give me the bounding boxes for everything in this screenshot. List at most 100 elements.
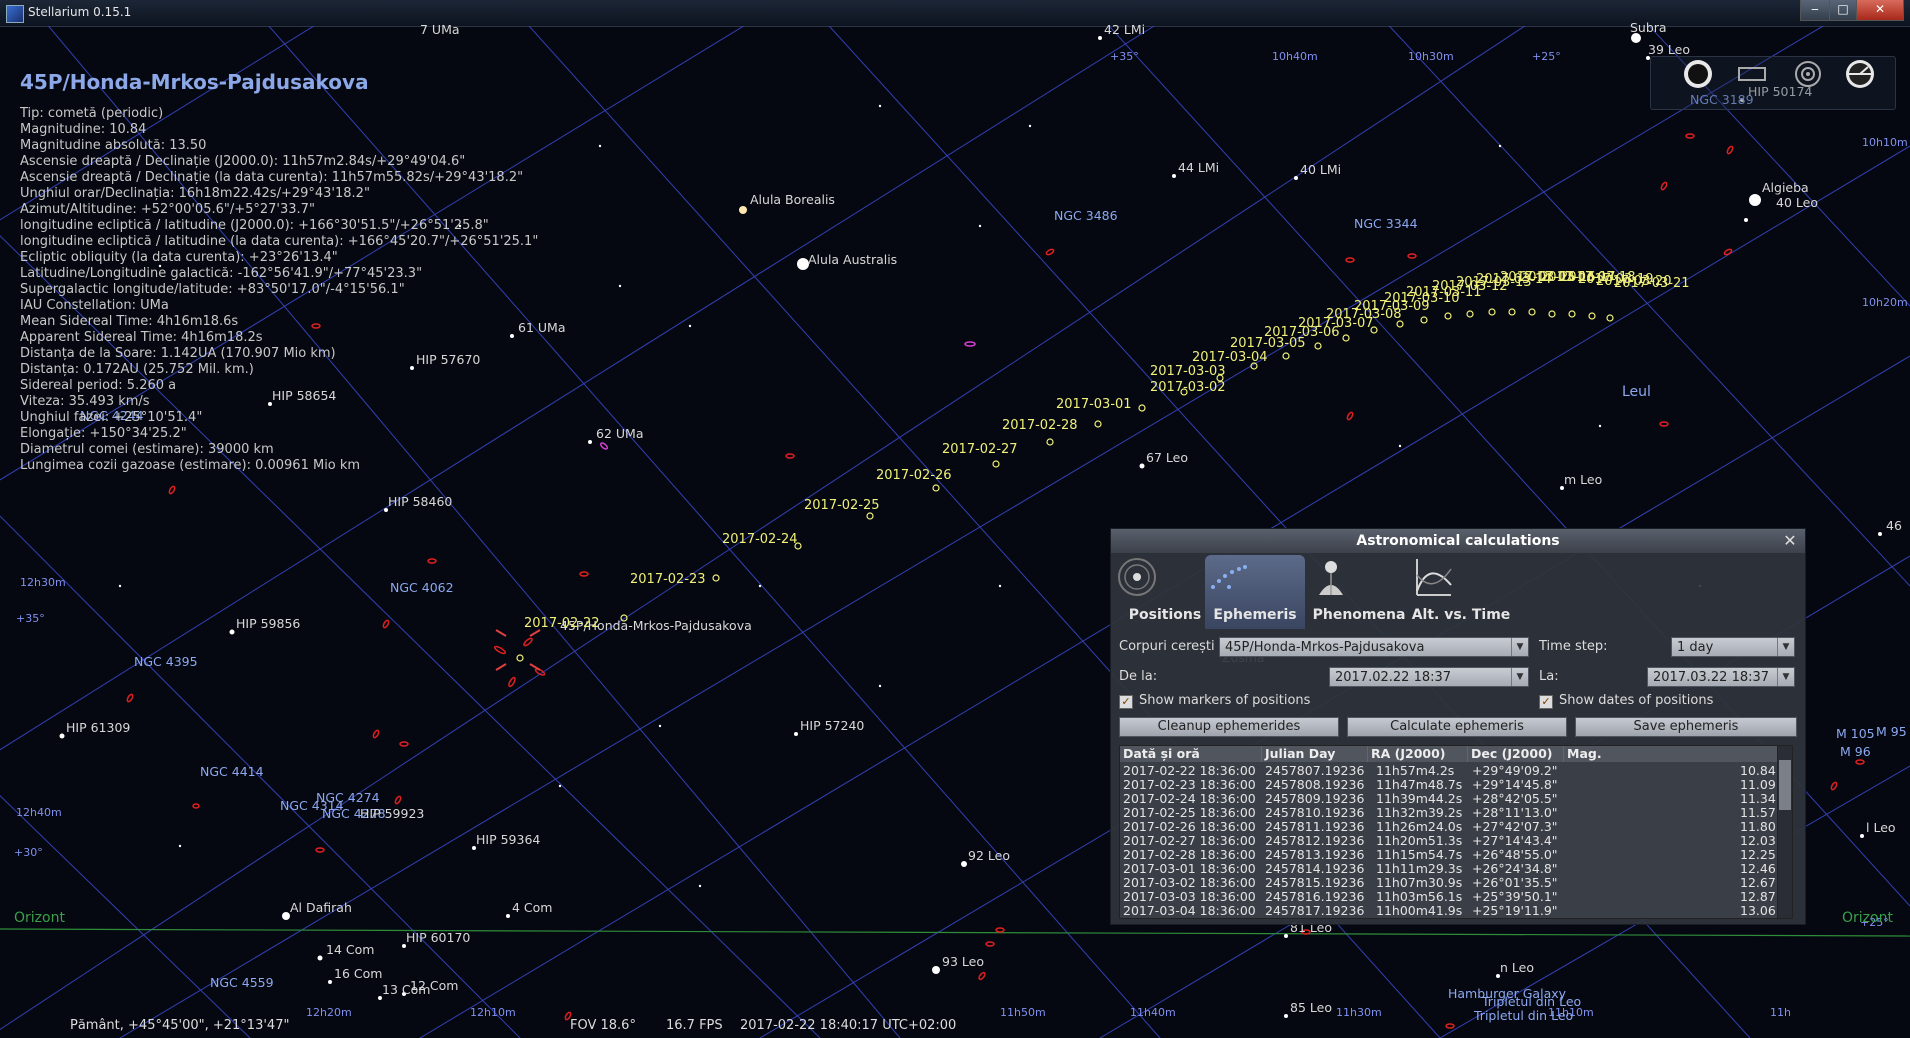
sky-object-label[interactable]: 67 Leo (1146, 450, 1188, 465)
to-datetime-input[interactable]: 2017.03.22 18:37 ▼ (1647, 667, 1795, 687)
sky-object-label[interactable]: 42 LMi (1104, 22, 1145, 37)
table-row[interactable]: 2017-02-24 18:36:00 2457809.19236 11h39m44… (1120, 792, 1786, 806)
show-dates-checkbox[interactable]: ✓ (1539, 695, 1553, 709)
ephemeris-date-label: 2017-03-21 (1614, 276, 1690, 291)
sky-object-label[interactable]: 7 UMa (420, 22, 460, 37)
sky-object-label[interactable]: M 96 (1840, 744, 1871, 759)
sky-object-label[interactable]: M 95 (1876, 724, 1907, 739)
sky-object-label[interactable]: M 105 (1836, 726, 1875, 741)
sky-object-label[interactable]: 44 LMi (1178, 160, 1219, 175)
sky-object-label[interactable]: 93 Leo (942, 954, 984, 969)
sky-object-label[interactable]: 92 Leo (968, 848, 1010, 863)
info-line: Elongație: +150°34'25.2" (20, 426, 187, 441)
sky-view[interactable]: +35° +30° 12h30m 12h40m +25° +35° 10h40m 10… (0, 20, 1910, 1038)
sky-object-label[interactable]: NGC 4414 (200, 764, 264, 779)
sky-object-label[interactable]: 4 Com (512, 900, 552, 915)
astronomical-calculations-dialog[interactable]: Astronomical calculations ✕ Positions Ep… (1110, 528, 1806, 925)
table-header[interactable]: Mag. (1564, 746, 1786, 762)
table-cell: 2457817.19236 (1265, 903, 1365, 918)
sky-object-label[interactable]: NGC 4395 (134, 654, 198, 669)
window-mode-icon[interactable] (1735, 57, 1769, 91)
table-cell: 2017-02-24 18:36:00 (1123, 791, 1256, 806)
table-cell: 2017-02-27 18:36:00 (1123, 833, 1256, 848)
sky-object-label[interactable]: 39 Leo (1648, 42, 1690, 57)
info-line: Lungimea cozii gazoase (estimare): 0.009… (20, 458, 361, 473)
celestial-body-select[interactable]: 45P/Honda-Mrkos-Pajdusakova ▼ (1219, 637, 1529, 657)
sky-object-label[interactable]: n Leo (1500, 960, 1534, 975)
table-row[interactable]: 2017-02-27 18:36:00 2457812.19236 11h20m51… (1120, 834, 1786, 848)
sky-object-label[interactable]: 40 Leo (1776, 195, 1818, 210)
sky-object-label[interactable]: HIP 60170 (406, 930, 470, 945)
sky-object-label[interactable]: NGC 3344 (1354, 216, 1418, 231)
sky-object-label[interactable]: Orizont (14, 910, 65, 926)
save-ephemeris-button[interactable]: Save ephemeris (1575, 717, 1797, 737)
tab-positions[interactable]: Positions (1115, 555, 1215, 629)
window-title: Stellarium 0.15.1 (28, 5, 132, 19)
minimize-button[interactable]: ‒ (1800, 0, 1830, 21)
sky-object-label[interactable]: HIP 58460 (388, 494, 452, 509)
close-button[interactable]: ✕ (1856, 0, 1904, 21)
cleanup-ephemerides-button[interactable]: Cleanup ephemerides (1119, 717, 1339, 737)
ephemeris-date-label: 2017-03-02 (1150, 380, 1226, 395)
table-row[interactable]: 2017-02-25 18:36:00 2457810.19236 11h32m39… (1120, 806, 1786, 820)
target-icon[interactable] (1791, 57, 1825, 91)
equatorial-mount-icon[interactable] (1843, 57, 1877, 91)
sky-object-label[interactable]: 14 Com (326, 942, 374, 957)
sky-object-label[interactable]: NGC 4062 (390, 580, 454, 595)
table-header[interactable]: Dată și oră (1120, 746, 1262, 762)
sky-object-label[interactable]: Alula Borealis (750, 192, 835, 207)
table-row[interactable]: 2017-02-28 18:36:00 2457813.19236 11h15m54… (1120, 848, 1786, 862)
sky-object-label[interactable]: Subra (1630, 20, 1667, 35)
info-line: IAU Constellation: UMa (20, 298, 169, 313)
table-row[interactable]: 2017-02-26 18:36:00 2457811.19236 11h26m24… (1120, 820, 1786, 834)
table-row[interactable]: 2017-03-02 18:36:00 2457815.19236 11h07m30… (1120, 876, 1786, 890)
full-sky-icon[interactable] (1681, 57, 1715, 91)
table-header[interactable]: RA (J2000) (1368, 746, 1468, 762)
sky-object-label[interactable]: l Leo (1866, 820, 1896, 835)
table-header[interactable]: Julian Day (1262, 746, 1368, 762)
sky-object-label[interactable]: HIP 57240 (800, 718, 864, 733)
tab-ephemeris[interactable]: Ephemeris (1205, 555, 1305, 629)
sky-object-label[interactable]: Tripletul din Leo (1482, 994, 1581, 1009)
table-scrollbar[interactable] (1777, 745, 1793, 919)
maximize-button[interactable]: □ (1829, 0, 1857, 21)
sky-object-label[interactable]: Alula Australis (808, 252, 897, 267)
scrollbar-thumb[interactable] (1779, 760, 1791, 810)
sky-object-label[interactable]: Leul (1622, 384, 1651, 400)
time-step-select[interactable]: 1 day ▼ (1671, 637, 1795, 657)
table-cell: 11h57m4.2s (1376, 763, 1455, 778)
sky-object-label[interactable]: 62 UMa (596, 426, 643, 441)
sky-object-label[interactable]: NGC 3486 (1054, 208, 1118, 223)
table-cell: +25°39'50.1" (1472, 889, 1558, 904)
table-row[interactable]: 2017-03-01 18:36:00 2457814.19236 11h11m29… (1120, 862, 1786, 876)
dialog-close-button[interactable]: ✕ (1781, 532, 1799, 550)
sky-object-label[interactable]: Al Dafirah (290, 900, 352, 915)
sky-object-label[interactable]: 46 (1886, 518, 1902, 533)
calculate-ephemeris-button[interactable]: Calculate ephemeris (1347, 717, 1567, 737)
sky-object-label[interactable]: HIP 59923 (360, 806, 424, 821)
sky-object-label[interactable]: m Leo (1564, 472, 1602, 487)
sky-object-label[interactable]: 13 Com (382, 982, 430, 997)
sky-object-label[interactable]: Algieba (1762, 180, 1809, 195)
sky-object-label[interactable]: 85 Leo (1290, 1000, 1332, 1015)
table-row[interactable]: 2017-03-03 18:36:00 2457816.19236 11h03m56… (1120, 890, 1786, 904)
sky-object-label[interactable]: NGC 4559 (210, 975, 274, 990)
tab-phenomena[interactable]: Phenomena (1309, 555, 1409, 629)
table-row[interactable]: 2017-02-22 18:36:00 2457807.19236 11h57m4.… (1120, 764, 1786, 778)
show-dates-label: Show dates of positions (1559, 693, 1714, 708)
sky-object-label[interactable]: Orizont (1842, 910, 1893, 926)
sky-object-label[interactable]: HIP 59364 (476, 832, 540, 847)
ephemeris-table[interactable]: Dată și oră Julian Day RA (J2000) Dec (J… (1119, 745, 1787, 919)
to-datetime-value: 2017.03.22 18:37 (1653, 670, 1770, 685)
table-row[interactable]: 2017-03-04 18:36:00 2457817.19236 11h00m41… (1120, 904, 1786, 918)
from-datetime-input[interactable]: 2017.02.22 18:37 ▼ (1329, 667, 1529, 687)
sky-object-label[interactable]: 16 Com (334, 966, 382, 981)
sky-object-label[interactable]: 40 LMi (1300, 162, 1341, 177)
table-cell: 11.80 (1740, 819, 1776, 834)
tab-alt-vs-time[interactable]: Alt. vs. Time (1411, 555, 1511, 629)
sky-object-label[interactable]: HIP 61309 (66, 720, 130, 735)
table-row[interactable]: 2017-02-23 18:36:00 2457808.19236 11h47m48… (1120, 778, 1786, 792)
show-markers-checkbox[interactable]: ✓ (1119, 695, 1133, 709)
table-header[interactable]: Dec (J2000) (1468, 746, 1564, 762)
sky-object-label[interactable]: HIP 59856 (236, 616, 300, 631)
